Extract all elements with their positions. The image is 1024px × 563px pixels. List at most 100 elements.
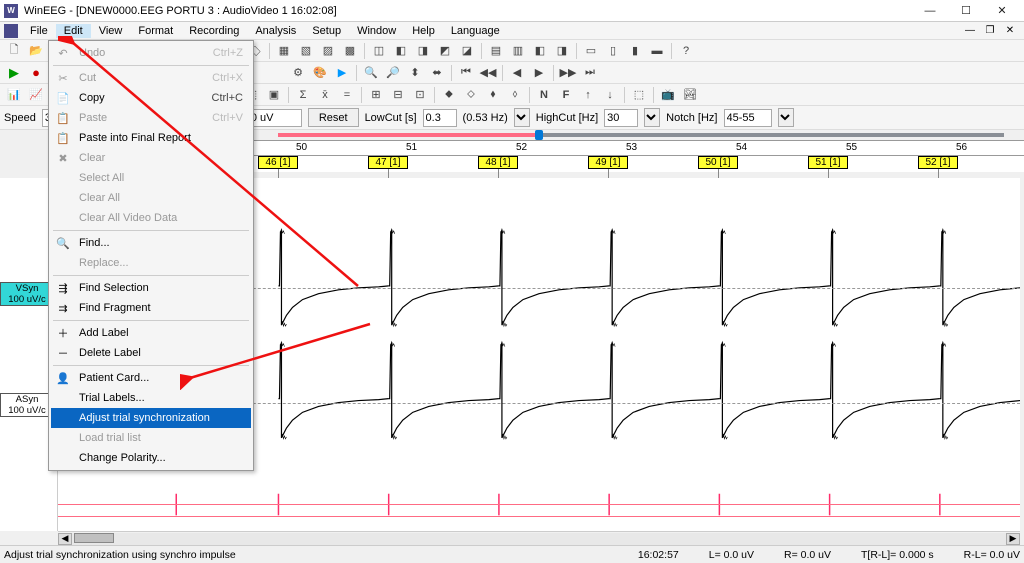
scroll-track[interactable]	[72, 533, 1006, 545]
nav-next-icon[interactable]: ▶▶	[558, 64, 578, 82]
slider-thumb[interactable]	[535, 130, 543, 140]
menu-patient-card[interactable]: 👤Patient Card...	[51, 368, 251, 388]
menu-find[interactable]: 🔍Find...	[51, 233, 251, 253]
tool-icon-13[interactable]: ◨	[552, 42, 572, 60]
menu-adjust-sync[interactable]: Adjust trial synchronization	[51, 408, 251, 428]
menu-edit[interactable]: Edit	[56, 24, 91, 38]
position-slider[interactable]	[278, 130, 1024, 140]
mdi-minimize-button[interactable]: —	[960, 24, 980, 38]
tool-icon-6[interactable]: ◧	[391, 42, 411, 60]
new-icon[interactable]: 🗋	[4, 42, 24, 60]
scroll-thumb[interactable]	[74, 533, 114, 543]
sigma-icon[interactable]: Σ	[293, 86, 313, 104]
record-button[interactable]: ●	[26, 64, 46, 82]
tool-icon-8[interactable]: ◩	[435, 42, 455, 60]
tool-icon-10[interactable]: ▤	[486, 42, 506, 60]
channel-asyn-label[interactable]: ASyn 100 uV/c	[0, 393, 54, 417]
tool-icon-17[interactable]: ▬	[647, 42, 667, 60]
marker-label[interactable]: 47 [1]	[368, 156, 408, 169]
menu-setup[interactable]: Setup	[304, 24, 349, 38]
avg-icon[interactable]: x̄	[315, 86, 335, 104]
menu-analysis[interactable]: Analysis	[247, 24, 304, 38]
menu-format[interactable]: Format	[130, 24, 181, 38]
reset-button[interactable]: Reset	[308, 108, 359, 127]
marker-label[interactable]: 46 [1]	[258, 156, 298, 169]
marker-icon-2[interactable]: ⬦	[461, 86, 481, 104]
menu-clear-video[interactable]: Clear All Video Data	[51, 208, 251, 228]
horizontal-scrollbar[interactable]: ◀ ▶	[58, 531, 1020, 545]
menu-paste-report[interactable]: 📋Paste into Final Report	[51, 128, 251, 148]
marker-label[interactable]: 52 [1]	[918, 156, 958, 169]
lowcut-dropdown[interactable]	[514, 108, 530, 127]
menu-select-all[interactable]: Select All	[51, 168, 251, 188]
maximize-button[interactable]: ☐	[948, 1, 984, 21]
layout-icon-1[interactable]: ⊞	[366, 86, 386, 104]
marker-icon-1[interactable]: ⬥	[439, 86, 459, 104]
menu-delete-label[interactable]: －Delete Label	[51, 343, 251, 363]
menu-paste[interactable]: 📋PasteCtrl+V	[51, 108, 251, 128]
scroll-left-button[interactable]: ◀	[58, 533, 72, 545]
photo-icon[interactable]: 🏞	[680, 86, 700, 104]
menu-undo[interactable]: ↶UndoCtrl+Z	[51, 43, 251, 63]
calc-icon[interactable]: =	[337, 86, 357, 104]
menu-trial-labels[interactable]: Trial Labels...	[51, 388, 251, 408]
text-F-icon[interactable]: F	[556, 86, 576, 104]
tool-icon-9[interactable]: ◪	[457, 42, 477, 60]
menu-find-fragment[interactable]: ⇉Find Fragment	[51, 298, 251, 318]
marker-icon-3[interactable]: ⬧	[483, 86, 503, 104]
sel-icon[interactable]: ▣	[264, 86, 284, 104]
step-next-icon[interactable]: ▶	[529, 64, 549, 82]
tool-icon-7[interactable]: ◨	[413, 42, 433, 60]
sort-up-icon[interactable]: ↑	[578, 86, 598, 104]
v-zoom-out-icon[interactable]: ⬌	[427, 64, 447, 82]
jump-last-icon[interactable]: ⏭	[580, 64, 600, 82]
marker-icon-4[interactable]: ⬨	[505, 86, 525, 104]
graph-icon-1[interactable]: 📊	[4, 86, 24, 104]
menu-clear[interactable]: ✖Clear	[51, 148, 251, 168]
marker-label[interactable]: 51 [1]	[808, 156, 848, 169]
tool-icon-4[interactable]: ▩	[340, 42, 360, 60]
menu-window[interactable]: Window	[349, 24, 404, 38]
marker-label[interactable]: 49 [1]	[588, 156, 628, 169]
scroll-right-button[interactable]: ▶	[1006, 533, 1020, 545]
menu-change-polarity[interactable]: Change Polarity...	[51, 448, 251, 468]
menu-file[interactable]: File	[22, 24, 56, 38]
open-icon[interactable]: 📂	[26, 42, 46, 60]
menu-language[interactable]: Language	[443, 24, 508, 38]
tool-icon-15[interactable]: ▯	[603, 42, 623, 60]
notch-input[interactable]	[724, 109, 772, 127]
mode-icon-2[interactable]: 🎨	[310, 64, 330, 82]
mdi-restore-button[interactable]: ❐	[980, 24, 1000, 38]
mode-icon-1[interactable]: ⚙	[288, 64, 308, 82]
marker-label[interactable]: 50 [1]	[698, 156, 738, 169]
menu-copy[interactable]: 📄CopyCtrl+C	[51, 88, 251, 108]
tool-icon-5[interactable]: ◫	[369, 42, 389, 60]
menu-recording[interactable]: Recording	[181, 24, 247, 38]
mdi-close-button[interactable]: ✕	[1000, 24, 1020, 38]
uv-input[interactable]	[248, 109, 302, 127]
zoom-in-icon[interactable]: 🔍	[361, 64, 381, 82]
step-prev-icon[interactable]: ◀	[507, 64, 527, 82]
play-button[interactable]: ▶	[4, 64, 24, 82]
zoom-out-icon[interactable]: 🔎	[383, 64, 403, 82]
close-button[interactable]: ✕	[984, 1, 1020, 21]
menu-help[interactable]: Help	[404, 24, 443, 38]
notch-dropdown[interactable]	[778, 108, 794, 127]
tool-icon-12[interactable]: ◧	[530, 42, 550, 60]
tool-icon-14[interactable]: ▭	[581, 42, 601, 60]
extra-icon-1[interactable]: ⬚	[629, 86, 649, 104]
sort-down-icon[interactable]: ↓	[600, 86, 620, 104]
layout-icon-2[interactable]: ⊟	[388, 86, 408, 104]
marker-label[interactable]: 48 [1]	[478, 156, 518, 169]
video-icon[interactable]: 📺	[658, 86, 678, 104]
menu-add-label[interactable]: ＋Add Label	[51, 323, 251, 343]
tool-icon-11[interactable]: ▥	[508, 42, 528, 60]
tool-icon-2[interactable]: ▧	[296, 42, 316, 60]
menu-view[interactable]: View	[91, 24, 131, 38]
minimize-button[interactable]: —	[912, 1, 948, 21]
menu-clear-all[interactable]: Clear All	[51, 188, 251, 208]
layout-icon-3[interactable]: ⊡	[410, 86, 430, 104]
menu-replace[interactable]: Replace...	[51, 253, 251, 273]
v-zoom-in-icon[interactable]: ⬍	[405, 64, 425, 82]
tool-icon-3[interactable]: ▨	[318, 42, 338, 60]
